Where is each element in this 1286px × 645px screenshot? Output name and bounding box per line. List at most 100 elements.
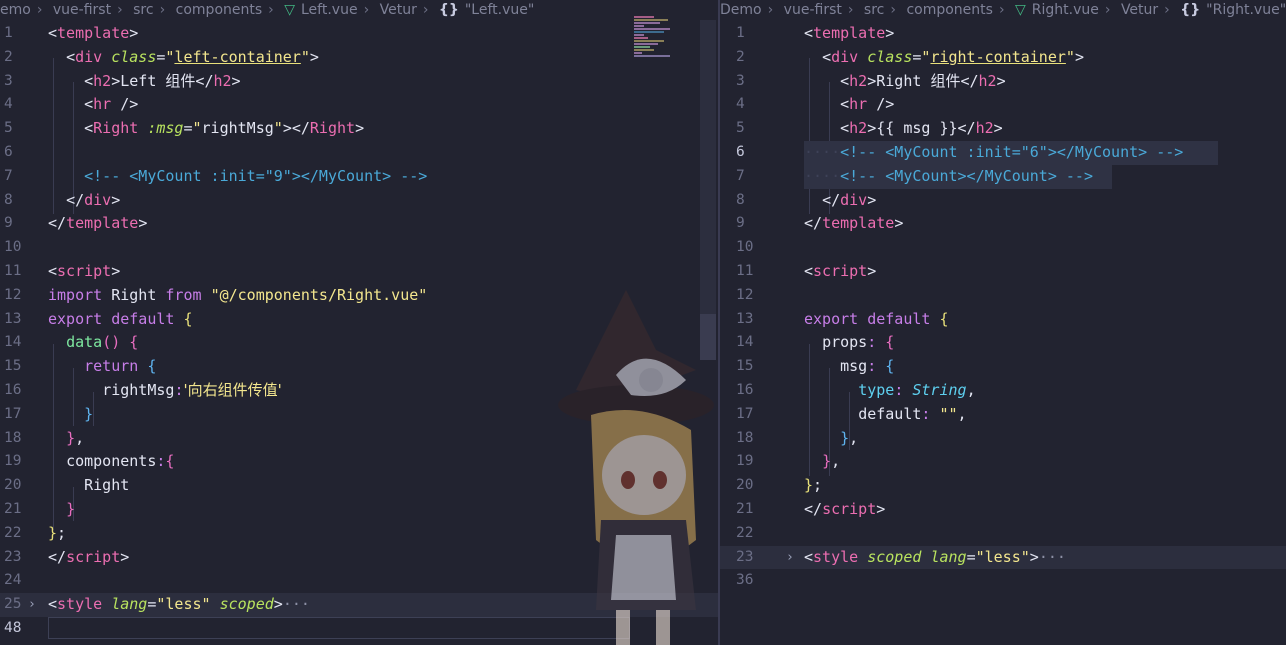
code-line: 2 <div class="right-container"> [720,46,1286,70]
breadcrumb-file[interactable]: Left.vue [301,2,358,18]
code-line: 23 › <style scoped lang="less">··· [720,545,1286,570]
code-line: 10 [720,236,1286,260]
chevron-right-icon: › [998,2,1005,18]
vue-file-icon: ▽ [1015,2,1026,18]
line-number: 24 [4,572,22,589]
chevron-right-icon: › [117,2,123,18]
line-number: 1 [4,25,13,41]
line-number: 13 [736,310,754,327]
code-area[interactable]: 1 <template> 2 <div class="right-containe… [720,22,1286,593]
code-line: 18 }, [720,427,1286,451]
chevron-right-icon: › [36,2,43,18]
line-number: 3 [736,72,745,89]
code-line: 13 export default { [720,308,1286,332]
editor-pane-left[interactable]: emo › vue-first › src › components › ▽ Left.v… [0,0,718,645]
breadcrumb-symbol[interactable]: "Right.vue" [1206,2,1286,18]
code-line: 22 [720,522,1286,546]
line-number: 20 [4,477,22,494]
line-number: 4 [736,96,745,113]
code-line: 21 </script> [720,498,1286,522]
breadcrumb-project[interactable]: Demo [720,2,762,18]
line-number: 9 [736,215,745,232]
chevron-right-icon: › [363,2,370,18]
editor-pane-right[interactable]: Demo › vue-first › src › components › ▽ Right… [720,0,1286,645]
line-number: 16 [4,381,22,398]
breadcrumb-symbol[interactable]: "Left.vue" [465,2,534,18]
line-number: 10 [736,239,754,256]
chevron-right-icon: › [890,2,896,18]
line-number: 5 [4,120,13,137]
breadcrumb-project[interactable]: emo [0,2,31,18]
code-line: 7 ····<!-- <MyCount></MyCount> --> [720,165,1286,189]
breadcrumb-file[interactable]: Right.vue [1032,2,1099,18]
code-line: 16 type: String, [720,379,1286,403]
code-line: 4 <hr /> [720,93,1286,117]
chevron-right-icon[interactable]: › [28,593,36,617]
code-line: 8 </div> [0,189,718,213]
code-line: 8 </div> [720,189,1286,213]
breadcrumb-folder[interactable]: src [864,2,884,18]
chevron-right-icon: › [767,2,774,18]
code-line: 14 props: { [720,331,1286,355]
code-line: 11 <script> [720,260,1286,284]
code-line: 36 [720,569,1286,593]
line-number: 6 [4,143,13,160]
code-line: 3 <h2>Left 组件</h2> [0,70,718,94]
chevron-right-icon[interactable]: › [786,546,794,570]
line-number: 22 [4,524,22,541]
breadcrumb-folder[interactable]: vue-first [784,2,842,18]
minimap[interactable] [634,16,680,76]
breadcrumb-folder[interactable]: components [176,2,263,18]
code-editor: emo › vue-first › src › components › ▽ Left.v… [0,0,1286,645]
line-number: 17 [736,405,754,422]
code-line: 3 <h2>Right 组件</h2> [720,70,1286,94]
line-number: 6 [736,143,745,160]
breadcrumb-folder[interactable]: components [906,2,993,18]
line-number: 10 [4,239,22,256]
line-number: 48 [4,619,22,636]
line-number: 2 [736,48,745,65]
code-line: 5 <Right :msg="rightMsg"></Right> [0,117,718,141]
chevron-right-icon: › [422,2,429,18]
code-line: 17 default: "", [720,403,1286,427]
breadcrumb-folder[interactable]: src [133,2,153,18]
code-line: 5 <h2>{{ msg }}</h2> [720,117,1286,141]
line-number: 7 [736,167,745,184]
chevron-right-icon: › [159,2,166,18]
line-number: 12 [736,286,754,303]
breadcrumb-language[interactable]: Vetur [380,2,417,18]
line-number: 36 [736,572,754,589]
line-number: 4 [4,96,13,113]
code-line: 19 }, [720,450,1286,474]
code-line: 6 ····<!-- <MyCount :init="6"></MyCount> … [720,141,1286,165]
breadcrumb: emo › vue-first › src › components › ▽ Left.v… [0,0,718,20]
background-mascot-image [558,290,714,645]
line-number: 20 [736,477,754,494]
line-number: 14 [736,334,754,351]
code-line: 9 </template> [0,212,718,236]
breadcrumb-language[interactable]: Vetur [1121,2,1158,18]
line-number: 1 [736,25,745,41]
chevron-right-icon: › [1164,2,1170,18]
code-line: 12 [720,284,1286,308]
line-number: 19 [4,453,22,470]
line-number: 13 [4,310,22,327]
line-number: 15 [4,358,22,375]
code-line: 10 [0,236,718,260]
line-number: 23 [4,548,22,565]
code-line: 2 <div class="left-container"> [0,46,718,70]
line-number: 18 [736,429,754,446]
code-line: 9 </template> [720,212,1286,236]
line-number: 2 [4,48,13,65]
chevron-right-icon: › [268,2,274,18]
chevron-right-icon: › [847,2,854,18]
line-number: 19 [736,453,754,470]
line-number: 15 [736,358,754,375]
line-number: 3 [4,72,13,89]
current-line-highlight [48,616,630,639]
line-number: 14 [4,334,22,351]
line-number: 22 [736,524,754,541]
vue-file-icon: ▽ [284,2,295,18]
line-number: 11 [736,262,754,279]
breadcrumb-folder[interactable]: vue-first [53,2,111,18]
